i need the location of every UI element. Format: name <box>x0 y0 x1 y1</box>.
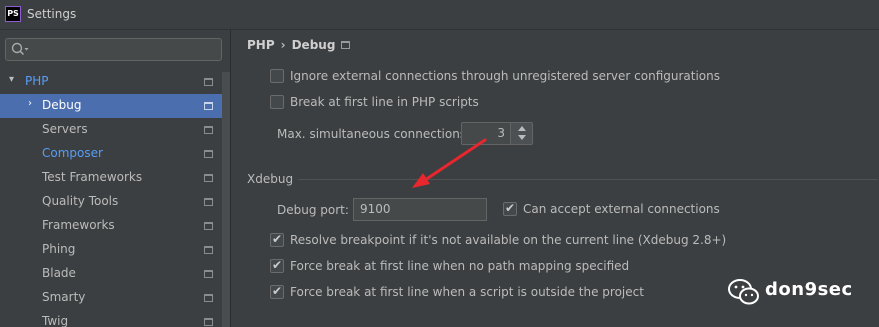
tree-item-frameworks[interactable]: Frameworks <box>0 214 230 238</box>
tree-item-quality-tools[interactable]: Quality Tools <box>0 190 230 214</box>
chevron-down-icon[interactable]: ▾ <box>9 74 14 85</box>
search-input[interactable] <box>5 38 222 61</box>
tree-item-label: PHP <box>25 74 49 88</box>
phpstorm-logo-icon: PS <box>5 6 21 22</box>
tree-item-label: Quality Tools <box>42 194 119 208</box>
tree-item-twig[interactable]: Twig <box>0 310 230 327</box>
wechat-logo-icon <box>728 279 759 305</box>
project-scope-icon <box>204 78 213 86</box>
sidebar-scrollbar[interactable] <box>222 72 230 327</box>
project-scope-icon <box>204 294 213 302</box>
tree-item-label: Debug <box>42 98 82 112</box>
tree-item-label: Composer <box>42 146 103 160</box>
tree-item-composer[interactable]: Composer <box>0 142 230 166</box>
tree-item-label: Smarty <box>42 290 86 304</box>
window-title: Settings <box>27 7 77 21</box>
project-scope-icon <box>204 174 213 182</box>
tree-item-label: Blade <box>42 266 76 280</box>
project-scope-icon <box>204 198 213 206</box>
tree-item-label: Servers <box>42 122 88 136</box>
title-bar: PS Settings <box>0 0 879 30</box>
tree-item-smarty[interactable]: Smarty <box>0 286 230 310</box>
tree-item-label: Phing <box>42 242 76 256</box>
watermark: don9sec <box>727 275 857 309</box>
tree-item-blade[interactable]: Blade <box>0 262 230 286</box>
tree-item-php[interactable]: ▾ PHP <box>0 70 230 94</box>
tree-item-test-frameworks[interactable]: Test Frameworks <box>0 166 230 190</box>
project-scope-icon <box>204 222 213 230</box>
settings-sidebar: ▾ PHP › Debug Servers Composer Test Fram… <box>0 30 231 327</box>
project-scope-icon <box>204 150 213 158</box>
project-scope-icon <box>204 126 213 134</box>
watermark-text: don9sec <box>765 279 853 300</box>
tree-item-debug[interactable]: › Debug <box>0 94 230 118</box>
tree-item-label: Frameworks <box>42 218 115 232</box>
project-scope-icon <box>204 102 213 110</box>
search-icon <box>11 42 29 56</box>
project-scope-icon <box>204 270 213 278</box>
tree-item-phing[interactable]: Phing <box>0 238 230 262</box>
project-scope-icon <box>204 318 213 326</box>
tree-item-label: Test Frameworks <box>42 170 143 184</box>
project-scope-icon <box>204 246 213 254</box>
chevron-right-icon[interactable]: › <box>28 98 32 109</box>
tree-item-label: Twig <box>42 314 69 327</box>
tree-item-servers[interactable]: Servers <box>0 118 230 142</box>
